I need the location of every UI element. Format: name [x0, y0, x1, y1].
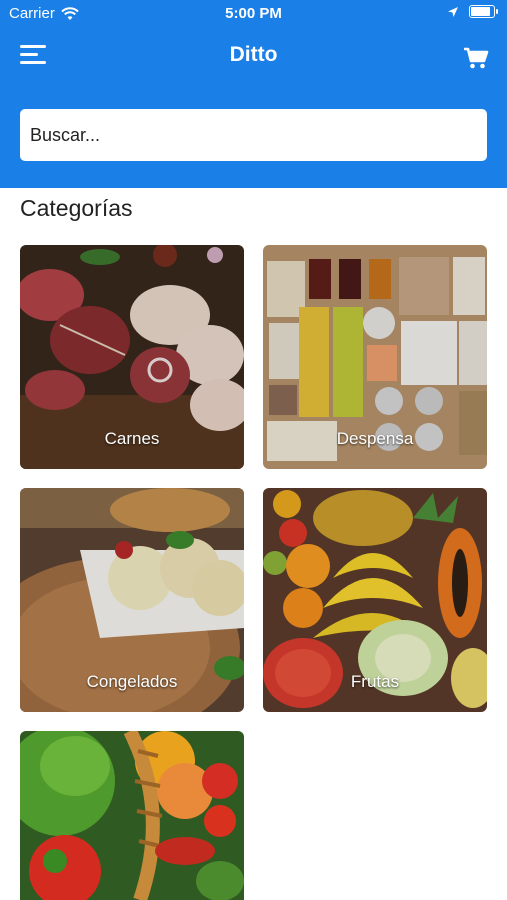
battery-icon	[469, 5, 498, 18]
categories-heading: Categorías	[20, 195, 133, 221]
nav-bar: Ditto	[0, 28, 507, 86]
category-card-frutas[interactable]: Frutas	[263, 488, 487, 712]
category-card-congelados[interactable]: Congelados	[20, 488, 244, 712]
category-label: Carnes	[104, 429, 160, 448]
category-card-carnes[interactable]: Carnes	[20, 245, 244, 469]
category-label: Frutas	[350, 672, 400, 691]
category-card-verduras[interactable]	[20, 731, 244, 900]
app-header: Carrier 5:00 PM Ditto	[0, 0, 507, 188]
status-time: 5:00 PM	[225, 5, 282, 22]
category-label: Congelados	[86, 672, 178, 691]
category-label: Despensa	[336, 429, 414, 448]
status-bar: Carrier 5:00 PM	[0, 0, 507, 28]
search-input[interactable]	[20, 109, 487, 161]
category-card-despensa[interactable]: Despensa	[263, 245, 487, 469]
app-title: Ditto	[229, 43, 278, 66]
battery-level	[471, 7, 490, 16]
location-arrow-icon	[448, 6, 458, 17]
verduras-image	[20, 731, 244, 900]
shopping-cart-icon[interactable]	[463, 46, 489, 70]
